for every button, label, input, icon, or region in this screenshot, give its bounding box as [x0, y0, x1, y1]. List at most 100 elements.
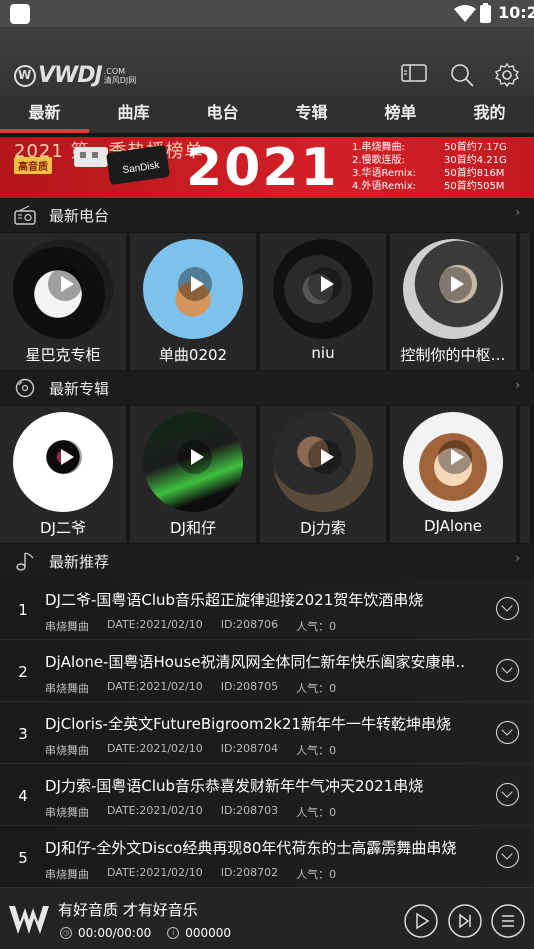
banner-list: 1.串烧舞曲: 50首约7.17G 2.慢歌连版: 30首约4.21G 3.华语Re…	[352, 141, 534, 193]
logo-text: VWDJ	[38, 63, 103, 88]
player-meta: ◷ 00:00/00:00 i 000000	[60, 926, 231, 940]
chevron-right-icon[interactable]: ›	[515, 551, 520, 565]
quality-badge: 高音质	[14, 157, 52, 174]
radio-card[interactable]: 控制你的中枢…	[390, 233, 516, 370]
track-date: DATE:2021/02/10	[107, 866, 203, 879]
tab-bar: 最新 曲库 电台 专辑 榜单 我的	[0, 97, 534, 133]
radio-icon	[14, 205, 36, 225]
section-title: 最新推荐	[49, 553, 110, 571]
track-number: 3	[18, 725, 28, 743]
track-id: ID:208706	[220, 618, 279, 631]
radio-card[interactable]: niu	[260, 233, 386, 370]
play-button[interactable]	[404, 904, 438, 938]
track-popularity: 人气：0	[296, 744, 337, 757]
tab-albums[interactable]: 专辑	[267, 97, 356, 133]
radio-carousel[interactable]: 星巴克专柜 单曲0202 niu 控制你的中枢…	[0, 233, 534, 370]
list-item[interactable]: 1 DJ二爷-国粤语Club音乐超正旋律迎接2021贺年饮酒串烧 串烧舞曲 DA…	[0, 578, 534, 640]
track-popularity: 人气：0	[296, 682, 337, 695]
card-label: Dj力索	[300, 519, 346, 537]
chevron-right-icon[interactable]: ›	[515, 205, 520, 219]
card-label: 单曲0202	[158, 346, 228, 364]
album-card[interactable]: DJ二爷	[0, 406, 126, 543]
radio-card-partial[interactable]	[520, 233, 530, 370]
player-time: 00:00/00:00	[78, 926, 152, 940]
radio-card[interactable]: 单曲0202	[130, 233, 256, 370]
play-icon[interactable]	[178, 440, 212, 474]
play-icon[interactable]	[48, 267, 82, 301]
album-card[interactable]: Dj力索	[260, 406, 386, 543]
track-genre: 串烧舞曲	[45, 744, 89, 757]
track-title[interactable]: DJ力索-国粤语Club音乐恭喜发财新年牛气冲天2021串烧	[45, 775, 485, 796]
radio-card[interactable]: 星巴克专柜	[0, 233, 126, 370]
album-card-partial[interactable]	[520, 406, 530, 543]
track-title[interactable]: DjCloris-全英文FutureBigroom2k21新年牛一牛转乾坤串烧	[45, 713, 485, 734]
tab-radio[interactable]: 电台	[178, 97, 267, 133]
track-popularity: 人气：0	[296, 806, 337, 819]
play-icon[interactable]	[438, 440, 472, 474]
track-title[interactable]: DjAlone-国粤语House祝清风网全体同仁新年快乐阖家安康串..	[45, 651, 485, 672]
battery-icon	[480, 3, 491, 23]
track-meta: 串烧舞曲 DATE:2021/02/10 ID:208706 人气：0	[45, 618, 336, 634]
chevron-down-icon[interactable]	[496, 721, 519, 744]
track-date: DATE:2021/02/10	[107, 804, 203, 817]
section-latest-albums[interactable]: 最新专辑 ›	[0, 371, 534, 405]
track-meta: 串烧舞曲 DATE:2021/02/10 ID:208704 人气：0	[45, 742, 336, 758]
wifi-icon	[454, 5, 476, 22]
play-icon[interactable]	[178, 267, 212, 301]
track-number: 5	[18, 849, 28, 867]
chevron-down-icon[interactable]	[496, 783, 519, 806]
play-icon[interactable]	[308, 267, 342, 301]
player-count: 000000	[185, 926, 232, 940]
section-title: 最新电台	[49, 207, 110, 225]
chevron-down-icon[interactable]	[496, 597, 519, 620]
card-label: DJAlone	[423, 517, 483, 535]
tab-latest[interactable]: 最新	[0, 97, 89, 133]
tab-library[interactable]: 曲库	[89, 97, 178, 133]
track-title[interactable]: DJ和仔-全外文Disco经典再现80年代荷东的士高霹雳舞曲串烧	[45, 837, 485, 858]
track-id: ID:208705	[220, 680, 279, 693]
tab-charts[interactable]: 榜单	[356, 97, 445, 133]
play-icon[interactable]	[308, 440, 342, 474]
tab-mine[interactable]: 我的	[445, 97, 534, 133]
notification-icon	[10, 4, 30, 24]
play-icon[interactable]	[438, 267, 472, 301]
logo-sub-domain: .COM	[103, 66, 126, 76]
app-logo-icon	[9, 906, 49, 934]
album-carousel[interactable]: DJ二爷 DJ和仔 Dj力索 DJAlone	[0, 406, 534, 543]
next-button[interactable]	[448, 904, 482, 938]
playlist-button[interactable]	[491, 904, 525, 938]
track-meta: 串烧舞曲 DATE:2021/02/10 ID:208702 人气：0	[45, 866, 336, 882]
recommend-list: 1 DJ二爷-国粤语Club音乐超正旋律迎接2021贺年饮酒串烧 串烧舞曲 DA…	[0, 578, 534, 888]
list-item[interactable]: 2 DjAlone-国粤语House祝清风网全体同仁新年快乐阖家安康串.. 串烧…	[0, 640, 534, 702]
track-date: DATE:2021/02/10	[107, 742, 203, 755]
track-meta: 串烧舞曲 DATE:2021/02/10 ID:208703 人气：0	[45, 804, 336, 820]
album-card[interactable]: DJ和仔	[130, 406, 256, 543]
track-genre: 串烧舞曲	[45, 806, 89, 819]
section-latest-recommend[interactable]: 最新推荐 ›	[0, 544, 534, 578]
player-title: 有好音质 才有好音乐	[58, 901, 198, 919]
list-item[interactable]: 4 DJ力索-国粤语Club音乐恭喜发财新年牛气冲天2021串烧 串烧舞曲 DA…	[0, 764, 534, 826]
gear-icon[interactable]	[495, 63, 519, 87]
tablet-icon[interactable]	[401, 63, 427, 83]
clock-icon: ◷	[60, 927, 72, 939]
chevron-down-icon[interactable]	[496, 659, 519, 682]
list-item[interactable]: 5 DJ和仔-全外文Disco经典再现80年代荷东的士高霹雳舞曲串烧 串烧舞曲 …	[0, 826, 534, 888]
album-card[interactable]: DJAlone	[390, 406, 516, 543]
card-label: DJ和仔	[170, 519, 216, 537]
mini-player[interactable]: 有好音质 才有好音乐 ◷ 00:00/00:00 i 000000	[0, 887, 534, 949]
disc-icon	[15, 378, 35, 398]
section-title: 最新专辑	[49, 380, 110, 398]
card-label: 星巴克专柜	[25, 346, 101, 364]
banner-year: 2021	[186, 138, 339, 198]
track-number: 4	[18, 787, 28, 805]
track-title[interactable]: DJ二爷-国粤语Club音乐超正旋律迎接2021贺年饮酒串烧	[45, 589, 485, 610]
list-item[interactable]: 3 DjCloris-全英文FutureBigroom2k21新年牛一牛转乾坤串…	[0, 702, 534, 764]
play-icon[interactable]	[48, 440, 82, 474]
promo-banner[interactable]: 2021 第一季热播榜单 高音质 SanDisk 2021 1.串烧舞曲: 50首…	[0, 137, 534, 198]
search-icon[interactable]	[450, 63, 474, 87]
chevron-right-icon[interactable]: ›	[515, 378, 520, 392]
track-number: 1	[18, 601, 28, 619]
logo-mark-icon	[14, 64, 36, 87]
chevron-down-icon[interactable]	[496, 845, 519, 868]
section-latest-radio[interactable]: 最新电台 ›	[0, 198, 534, 232]
